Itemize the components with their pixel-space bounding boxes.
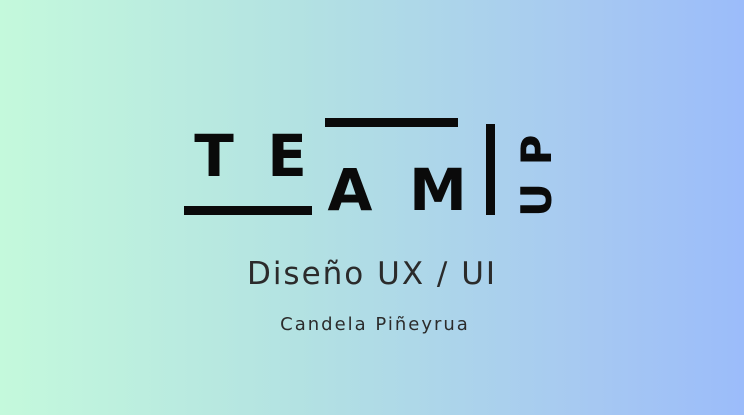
logo-letter-p: P	[512, 135, 561, 166]
logo-bar-bottom-left	[184, 206, 312, 215]
logo-letter-m: M	[409, 156, 467, 224]
logo-letter-u: U	[512, 183, 561, 217]
logo-letter-e: E	[267, 122, 307, 190]
logo-letter-a: A	[328, 156, 373, 224]
logo-bar-vertical	[486, 124, 495, 215]
team-up-logo: T E A M U P	[184, 118, 561, 224]
author-name: Candela Piñeyrua	[280, 314, 470, 335]
title-slide: T E A M U P Diseño UX / UI Candela Piñey…	[0, 0, 744, 415]
logo-bar-top-right	[325, 118, 458, 127]
slide-subtitle: Diseño UX / UI	[246, 256, 498, 292]
logo-letter-t: T	[194, 122, 234, 190]
